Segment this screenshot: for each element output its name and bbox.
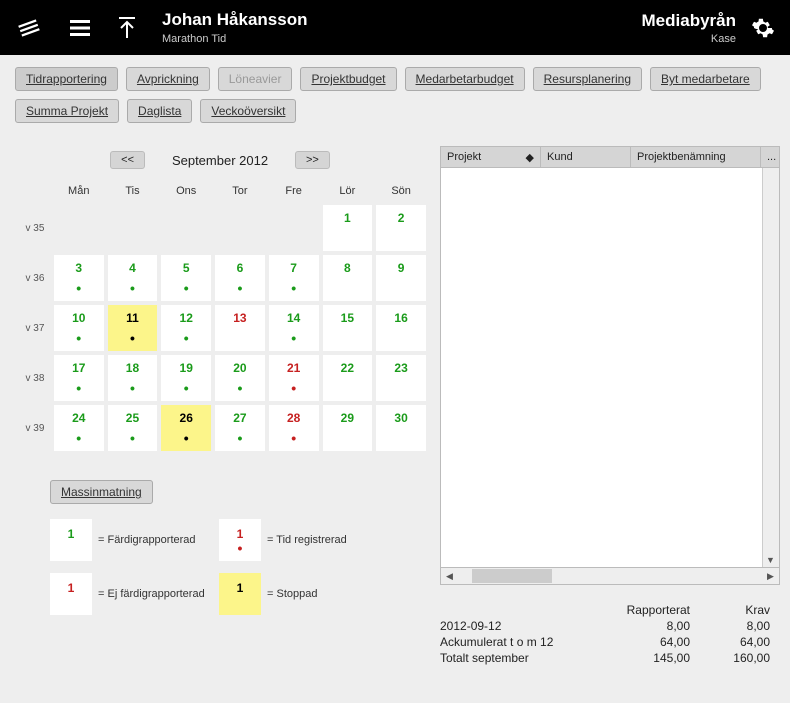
- col-kund[interactable]: Kund: [541, 147, 631, 167]
- day-cell[interactable]: 4•: [108, 255, 158, 301]
- tab-daglista[interactable]: Daglista: [127, 99, 192, 123]
- tab-avprickning[interactable]: Avprickning: [126, 67, 210, 91]
- dayhead-fri: Fre: [269, 185, 319, 201]
- summary-row: Ackumulerat t o m 1264,0064,00: [440, 635, 780, 649]
- sort-arrow-icon: ◆: [526, 151, 534, 164]
- tab-projektbudget[interactable]: Projektbudget: [300, 67, 396, 91]
- title-block: Johan Håkansson Marathon Tid: [162, 10, 308, 45]
- day-cell[interactable]: 15: [323, 305, 373, 351]
- dayhead-sat: Lör: [323, 185, 373, 201]
- day-cell[interactable]: 28•: [269, 405, 319, 451]
- summary-row: 2012-09-128,008,00: [440, 619, 780, 633]
- day-cell[interactable]: 11•: [108, 305, 158, 351]
- tab-row-2: Summa Projekt Daglista Veckoöversikt: [15, 99, 775, 123]
- day-cell[interactable]: 13: [215, 305, 265, 351]
- tab-resursplanering[interactable]: Resursplanering: [533, 67, 642, 91]
- next-month-button[interactable]: >>: [295, 151, 330, 169]
- legend: 1 = Färdigrapporterad 1• = Tid registrer…: [50, 519, 430, 615]
- day-cell[interactable]: 19•: [161, 355, 211, 401]
- project-table-header: Projekt◆ Kund Projektbenämning ...: [440, 146, 780, 168]
- tab-byt-medarbetare[interactable]: Byt medarbetare: [650, 67, 761, 91]
- day-cell[interactable]: 27•: [215, 405, 265, 451]
- col-projektbenamning[interactable]: Projektbenämning: [631, 147, 761, 167]
- summary-table: Rapporterat Krav 2012-09-128,008,00 Ackum…: [440, 603, 780, 665]
- legend-stopped-cell: 1: [219, 573, 261, 615]
- tab-medarbetarbudget[interactable]: Medarbetarbudget: [405, 67, 525, 91]
- tab-veckooversikt[interactable]: Veckoöversikt: [200, 99, 296, 123]
- gear-icon[interactable]: [751, 16, 775, 40]
- day-cell[interactable]: 30: [376, 405, 426, 451]
- tab-summa-projekt[interactable]: Summa Projekt: [15, 99, 119, 123]
- week-number: v 35: [22, 205, 50, 251]
- massinmatning-button[interactable]: Massinmatning: [50, 480, 153, 504]
- day-cell[interactable]: 7•: [269, 255, 319, 301]
- tab-tidrapportering[interactable]: Tidrapportering: [15, 67, 118, 91]
- summary-head-krav: Krav: [690, 603, 770, 617]
- day-cell[interactable]: 29: [323, 405, 373, 451]
- legend-notdone-text: = Ej färdigrapporterad: [98, 588, 213, 600]
- day-cell[interactable]: 10•: [54, 305, 104, 351]
- dayhead-mon: Mån: [54, 185, 104, 201]
- col-projekt[interactable]: Projekt◆: [441, 147, 541, 167]
- project-table-body[interactable]: [440, 168, 780, 568]
- app-subtitle: Marathon Tid: [162, 33, 308, 45]
- company-sub: Kase: [642, 33, 736, 45]
- day-cell[interactable]: 18•: [108, 355, 158, 401]
- user-name: Johan Håkansson: [162, 10, 308, 30]
- legend-notdone-cell: 1: [50, 573, 92, 615]
- header-right: Mediabyrån Kase: [642, 11, 775, 45]
- dayhead-wed: Ons: [161, 185, 211, 201]
- company-name: Mediabyrån: [642, 11, 736, 31]
- week-number: v 37: [22, 305, 50, 351]
- day-cell[interactable]: 16: [376, 305, 426, 351]
- day-cell[interactable]: 23: [376, 355, 426, 401]
- scrollbar-thumb[interactable]: [472, 569, 552, 583]
- month-label: September 2012: [160, 153, 280, 168]
- logo-icon: [15, 14, 43, 42]
- day-cell[interactable]: 14•: [269, 305, 319, 351]
- dayhead-sun: Sön: [376, 185, 426, 201]
- tab-row-1: Tidrapportering Avprickning Löneavier Pr…: [15, 67, 775, 91]
- day-cell[interactable]: 20•: [215, 355, 265, 401]
- day-cell[interactable]: 5•: [161, 255, 211, 301]
- day-cell[interactable]: 2: [376, 205, 426, 251]
- legend-reg-cell: 1•: [219, 519, 261, 561]
- week-number: v 39: [22, 405, 50, 451]
- day-cell[interactable]: 6•: [215, 255, 265, 301]
- scroll-right-button[interactable]: ▶: [762, 568, 779, 584]
- horizontal-scrollbar[interactable]: ◀ ▶: [440, 568, 780, 585]
- vertical-scrollbar[interactable]: [762, 168, 779, 567]
- day-cell[interactable]: 24•: [54, 405, 104, 451]
- dayhead-thu: Tor: [215, 185, 265, 201]
- day-cell[interactable]: 26•: [161, 405, 211, 451]
- legend-stopped-text: = Stoppad: [267, 588, 382, 600]
- day-cell[interactable]: 25•: [108, 405, 158, 451]
- header-bar: Johan Håkansson Marathon Tid Mediabyrån …: [0, 0, 790, 55]
- col-more[interactable]: ...: [761, 147, 779, 167]
- summary-head-rapporterat: Rapporterat: [600, 603, 690, 617]
- dayhead-tue: Tis: [108, 185, 158, 201]
- day-cell[interactable]: 3•: [54, 255, 104, 301]
- upload-icon[interactable]: [117, 16, 137, 40]
- tabs-area: Tidrapportering Avprickning Löneavier Pr…: [0, 55, 790, 136]
- day-cell[interactable]: 21•: [269, 355, 319, 401]
- calendar-grid: Mån Tis Ons Tor Fre Lör Sön v 35 12 v 363•…: [18, 181, 430, 455]
- prev-month-button[interactable]: <<: [110, 151, 145, 169]
- legend-done-cell: 1: [50, 519, 92, 561]
- day-cell[interactable]: 1: [323, 205, 373, 251]
- legend-reg-text: = Tid registrerad: [267, 534, 382, 546]
- menu-icon[interactable]: [68, 16, 92, 40]
- summary-row: Totalt september145,00160,00: [440, 651, 780, 665]
- week-number: v 38: [22, 355, 50, 401]
- tab-loneavier: Löneavier: [218, 67, 293, 91]
- day-cell[interactable]: 8: [323, 255, 373, 301]
- day-cell[interactable]: 9: [376, 255, 426, 301]
- calendar-header: << September 2012 >>: [10, 151, 430, 169]
- scroll-left-button[interactable]: ◀: [441, 568, 458, 584]
- day-cell[interactable]: 17•: [54, 355, 104, 401]
- week-number: v 36: [22, 255, 50, 301]
- day-cell[interactable]: 12•: [161, 305, 211, 351]
- legend-done-text: = Färdigrapporterad: [98, 534, 213, 546]
- day-cell[interactable]: 22: [323, 355, 373, 401]
